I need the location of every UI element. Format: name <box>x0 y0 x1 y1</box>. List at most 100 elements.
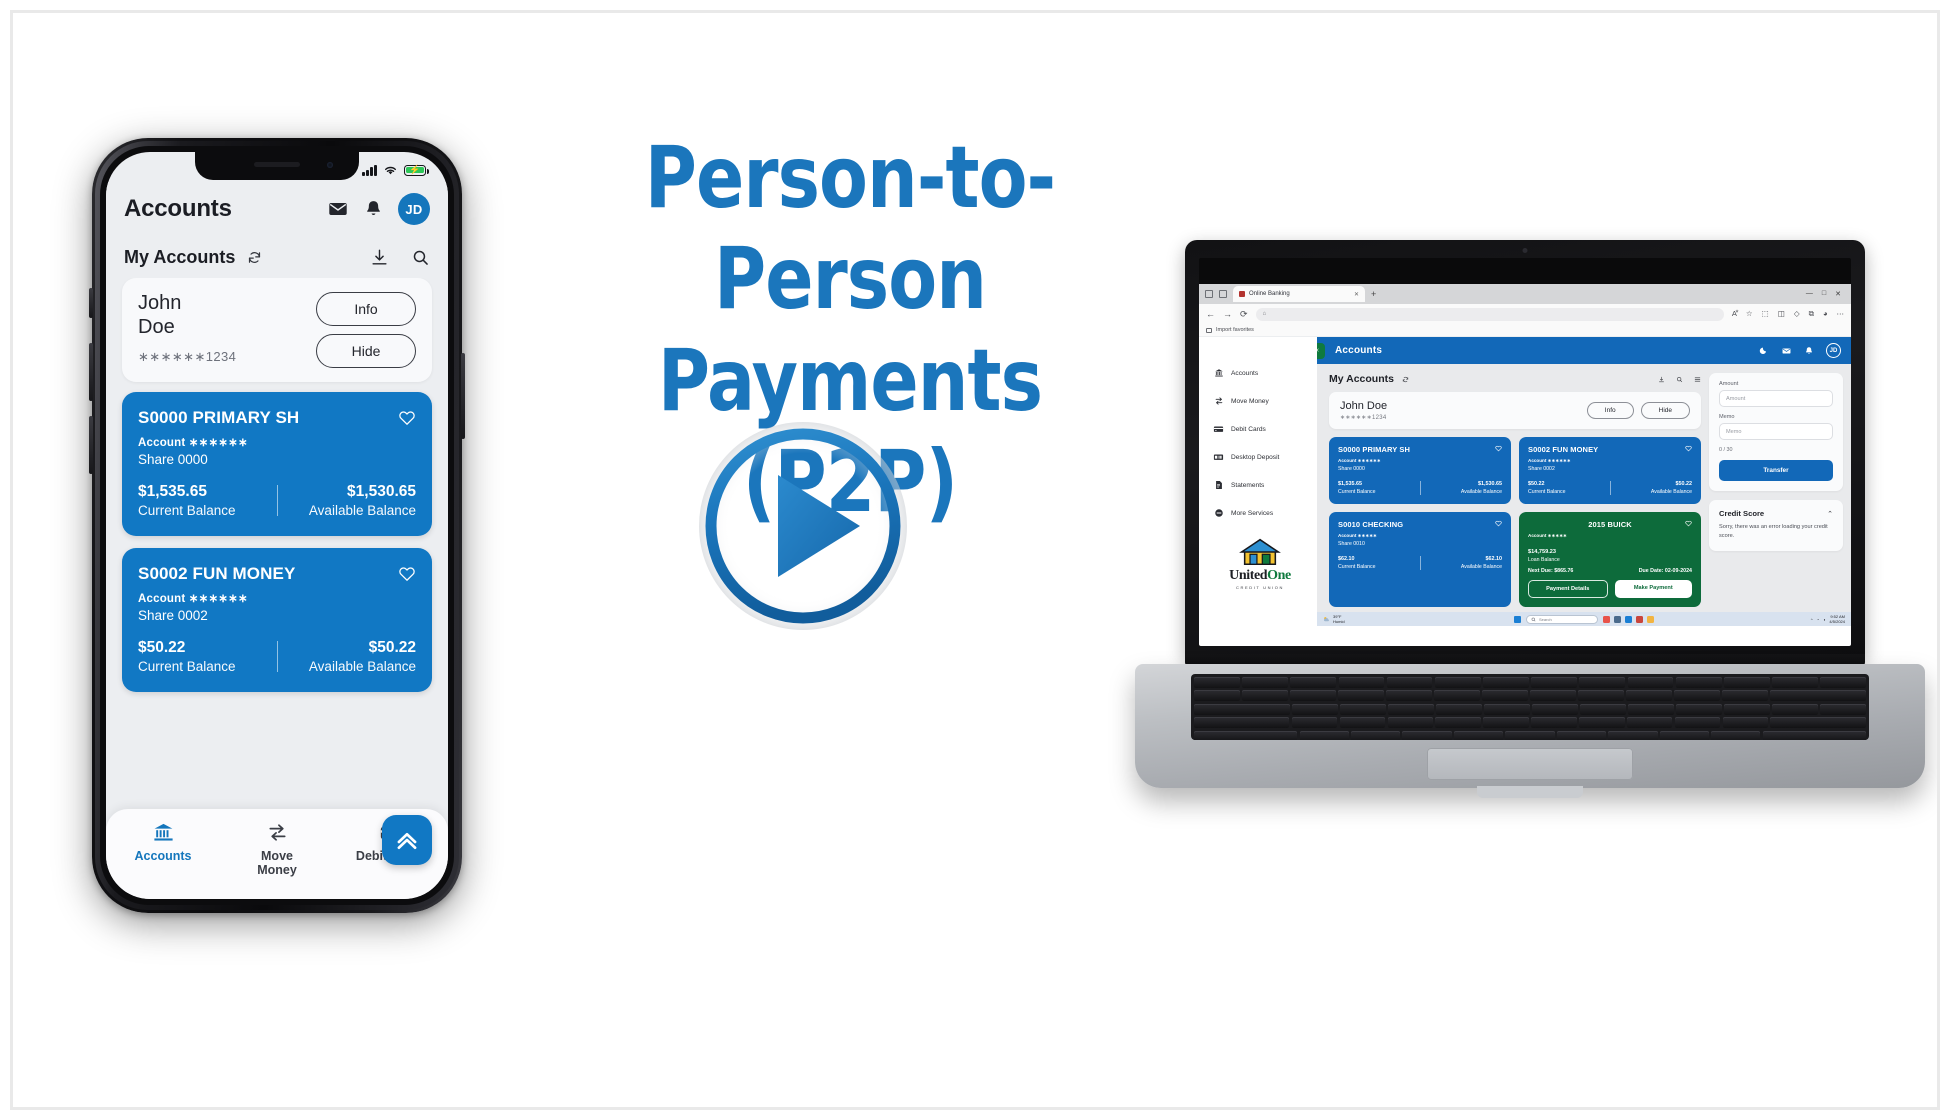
account-card[interactable]: S0002 FUN MONEY Account ∗∗∗∗∗∗ Share 000… <box>1519 437 1701 504</box>
divider <box>276 485 278 516</box>
info-button[interactable]: Info <box>1586 402 1634 419</box>
new-tab-button[interactable]: + <box>1371 289 1376 299</box>
chevron-up-icon[interactable]: ⌃ <box>1827 510 1833 518</box>
account-card-title: S0010 CHECKING <box>1338 520 1404 529</box>
account-card-share: Share 0000 <box>138 452 208 467</box>
bell-icon[interactable] <box>363 198 384 220</box>
reload-icon[interactable]: ⟳ <box>1240 309 1248 320</box>
phone-notch <box>195 152 359 180</box>
current-balance-label: Current Balance <box>138 503 236 518</box>
favorite-heart-icon[interactable] <box>1495 445 1502 452</box>
browser-tab[interactable]: Online Banking ✕ <box>1233 286 1365 302</box>
account-card-share: Share 0000 <box>1338 466 1365 472</box>
forward-arrow-icon[interactable]: → <box>1223 309 1232 319</box>
sidebar-item-debit-cards[interactable]: Debit Cards <box>1199 415 1317 443</box>
amount-field[interactable]: Amount <box>1719 390 1833 407</box>
sidebar-item-move-money[interactable]: Move Money <box>220 821 334 877</box>
sidebar-item-more-services[interactable]: More Services <box>1199 499 1317 527</box>
taskbar-app-icon[interactable] <box>1625 615 1632 623</box>
app-content: My Accounts John Doe ∗∗∗∗∗∗1234 Info Hid… <box>1317 364 1851 626</box>
payment-details-button[interactable]: Payment Details <box>1528 580 1608 598</box>
network-icon[interactable]: ◔ <box>1817 617 1819 622</box>
play-button[interactable] <box>697 420 909 632</box>
profile-icon[interactable]: ◕ <box>1823 309 1828 319</box>
account-card[interactable]: S0002 FUN MONEY Account ∗∗∗∗∗∗ Share 000… <box>122 548 432 692</box>
import-favorites-button[interactable]: Import favorites <box>1216 327 1254 333</box>
favorite-heart-icon[interactable] <box>1685 445 1692 452</box>
favorite-heart-icon[interactable] <box>1685 520 1692 527</box>
read-aloud-icon[interactable]: A⃰ <box>1732 309 1737 319</box>
account-card-title: S0000 PRIMARY SH <box>1338 445 1411 454</box>
mail-icon[interactable] <box>1781 346 1792 356</box>
divider <box>1419 481 1421 495</box>
logo-subtitle: CREDIT UNION <box>1235 585 1285 590</box>
download-icon[interactable] <box>370 248 389 267</box>
loan-card[interactable]: 2015 BUICK Account ∗∗∗∗∗ $14,759.23 Loan… <box>1519 512 1701 607</box>
favorite-heart-icon[interactable] <box>398 409 416 427</box>
memo-field[interactable]: Memo <box>1719 423 1833 440</box>
phone-accounts-list[interactable]: John Doe ∗∗∗∗∗∗1234 Info Hide S0000 PRIM… <box>106 278 448 899</box>
app-top-bar: « Accounts <box>1317 337 1851 364</box>
hide-button[interactable]: Hide <box>1640 402 1690 419</box>
refresh-icon[interactable] <box>1402 376 1409 383</box>
transfer-button[interactable]: Transfer <box>1719 460 1833 481</box>
hide-button[interactable]: Hide <box>316 334 416 368</box>
refresh-icon[interactable] <box>247 250 262 265</box>
weather-widget[interactable]: 39°F Humid <box>1323 614 1345 624</box>
mail-icon[interactable] <box>327 198 349 220</box>
show-hidden-icons[interactable]: ^ <box>1811 617 1813 622</box>
search-icon[interactable] <box>411 248 430 267</box>
tab-actions-icon[interactable] <box>1205 290 1213 298</box>
avatar[interactable]: JD <box>1826 343 1841 358</box>
expand-fab-button[interactable] <box>382 815 432 865</box>
taskbar-app-icon[interactable] <box>1614 615 1621 623</box>
maximize-button[interactable]: □ <box>1822 290 1826 298</box>
amount-placeholder: Amount <box>1726 395 1746 402</box>
collections-icon[interactable]: ◫ <box>1778 309 1785 319</box>
dark-mode-icon[interactable] <box>1759 346 1769 356</box>
settings-more-icon[interactable]: ⋯ <box>1837 309 1845 319</box>
make-payment-button[interactable]: Make Payment <box>1614 580 1692 598</box>
sidebar-item-move-money[interactable]: Move Money <box>1199 387 1317 415</box>
account-card[interactable]: S0000 PRIMARY SH Account ∗∗∗∗∗∗ Share 00… <box>122 392 432 536</box>
minimize-button[interactable]: — <box>1806 290 1813 298</box>
battery-charging-icon: ⚡ <box>404 164 429 176</box>
sidebar-item-accounts[interactable]: Accounts <box>1199 359 1317 387</box>
close-tab-icon[interactable]: ✕ <box>1354 291 1359 298</box>
volume-icon[interactable]: ◑ <box>1823 617 1825 622</box>
list-view-icon[interactable] <box>1694 376 1701 383</box>
tab-collections-icon[interactable] <box>1219 290 1227 298</box>
bell-icon[interactable] <box>1804 346 1814 356</box>
sidebar-item-statements[interactable]: Statements <box>1199 471 1317 499</box>
browser-essentials-icon[interactable]: ◇ <box>1794 309 1800 319</box>
close-window-button[interactable]: ✕ <box>1835 290 1841 298</box>
current-balance-value: $50.22 <box>138 639 186 656</box>
windows-start-icon[interactable] <box>1514 615 1521 623</box>
memo-character-counter: 0 / 30 <box>1719 447 1733 453</box>
info-button[interactable]: Info <box>316 292 416 326</box>
account-card[interactable]: S0010 CHECKING Account ∗∗∗∗∗ Share 0010 … <box>1329 512 1511 607</box>
account-card[interactable]: S0000 PRIMARY SH Account ∗∗∗∗∗∗ Share 00… <box>1329 437 1511 504</box>
sidebar-item-accounts[interactable]: Accounts <box>106 821 220 863</box>
sidebar-item-desktop-deposit[interactable]: Desktop Deposit <box>1199 443 1317 471</box>
title-line-2: Payments <box>657 330 1043 431</box>
favorite-heart-icon[interactable] <box>398 565 416 583</box>
favorite-heart-icon[interactable] <box>1495 520 1502 527</box>
search-icon[interactable] <box>1676 376 1683 383</box>
split-screen-icon[interactable]: ⬚ <box>1762 309 1769 319</box>
taskbar-app-icon[interactable] <box>1636 615 1643 623</box>
download-icon[interactable] <box>1658 376 1665 383</box>
taskbar-app-icon[interactable] <box>1603 615 1610 623</box>
favorite-star-icon[interactable]: ☆ <box>1746 309 1753 319</box>
address-bar[interactable]: ⌂ <box>1255 307 1724 321</box>
taskbar-search-input[interactable]: Search <box>1526 614 1598 624</box>
back-arrow-icon[interactable]: ← <box>1206 309 1215 319</box>
laptop-base <box>1135 664 1925 788</box>
extensions-icon[interactable]: ⧉ <box>1809 309 1814 319</box>
divider <box>1609 481 1611 495</box>
taskbar-clock[interactable]: 9:52 AM 4/5/2024 <box>1829 614 1845 624</box>
account-card-number: Account ∗∗∗∗∗∗ <box>138 593 248 605</box>
avatar[interactable]: JD <box>398 193 430 225</box>
collapse-sidebar-icon[interactable]: « <box>1317 342 1325 359</box>
taskbar-app-icon[interactable] <box>1647 615 1654 623</box>
